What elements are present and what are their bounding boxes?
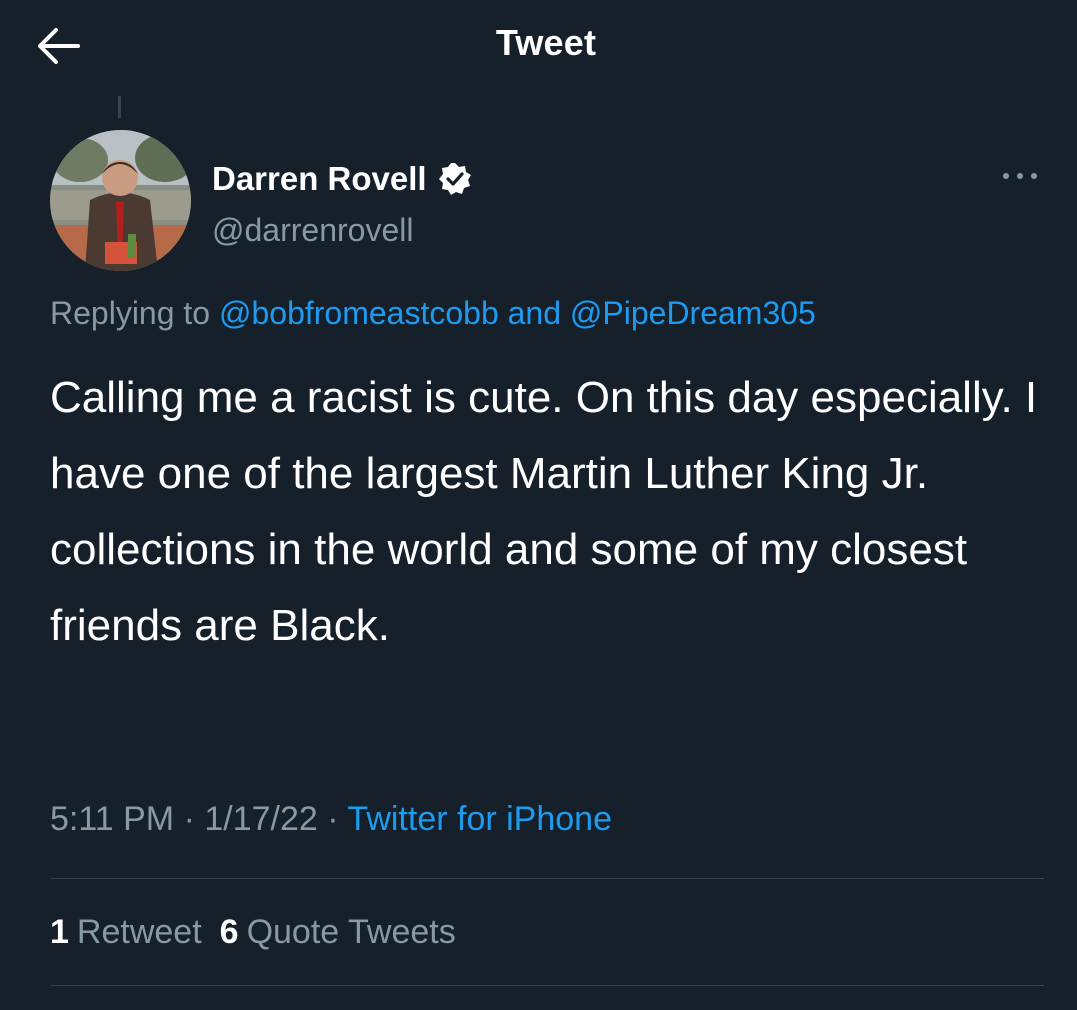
author-name-row[interactable]: Darren Rovell (212, 158, 473, 200)
tweet-body-text: Calling me a racist is cute. On this day… (50, 373, 1038, 650)
tweet-meta: 5:11 PM · 1/17/22 · Twitter for iPhone (50, 800, 612, 839)
replying-prefix: Replying to (50, 295, 211, 331)
divider (50, 878, 1044, 879)
thread-connector-line (118, 96, 121, 118)
retweets-label: Retweet (76, 913, 202, 951)
quote-tweets-label: Quote Tweets (246, 913, 456, 951)
more-horizontal-icon (1003, 173, 1037, 179)
verified-badge-icon (437, 161, 473, 197)
tweet-date[interactable]: 1/17/22 (204, 800, 317, 838)
replying-joiner: and (507, 295, 562, 331)
replying-to-line: Replying to @bobfromeastcobb and @PipeDr… (50, 295, 816, 332)
mention-link-pipedream305[interactable]: @PipeDream305 (570, 295, 816, 331)
quote-tweets-stat[interactable]: 6 Quote Tweets (220, 913, 456, 952)
quote-tweets-count: 6 (219, 913, 239, 951)
retweets-stat[interactable]: 1 Retweet (50, 913, 202, 952)
more-options-button[interactable] (996, 158, 1044, 194)
avatar[interactable] (50, 130, 191, 271)
page-title: Tweet (495, 22, 597, 63)
top-bar: Tweet (0, 0, 1077, 95)
tweet-source-link[interactable]: Twitter for iPhone (347, 800, 612, 838)
divider (50, 985, 1044, 986)
meta-separator: · (327, 800, 339, 838)
mention-link-bobfromeastcobb[interactable]: @bobfromeastcobb (219, 295, 499, 331)
avatar-photo (50, 130, 191, 271)
retweets-count: 1 (50, 913, 69, 951)
author-display-name[interactable]: Darren Rovell (212, 160, 427, 198)
author-handle[interactable]: @darrenrovell (212, 212, 413, 249)
tweet-stats: 1 Retweet 6 Quote Tweets (50, 913, 474, 952)
tweet-time[interactable]: 5:11 PM (50, 800, 174, 838)
meta-separator: · (183, 800, 195, 838)
